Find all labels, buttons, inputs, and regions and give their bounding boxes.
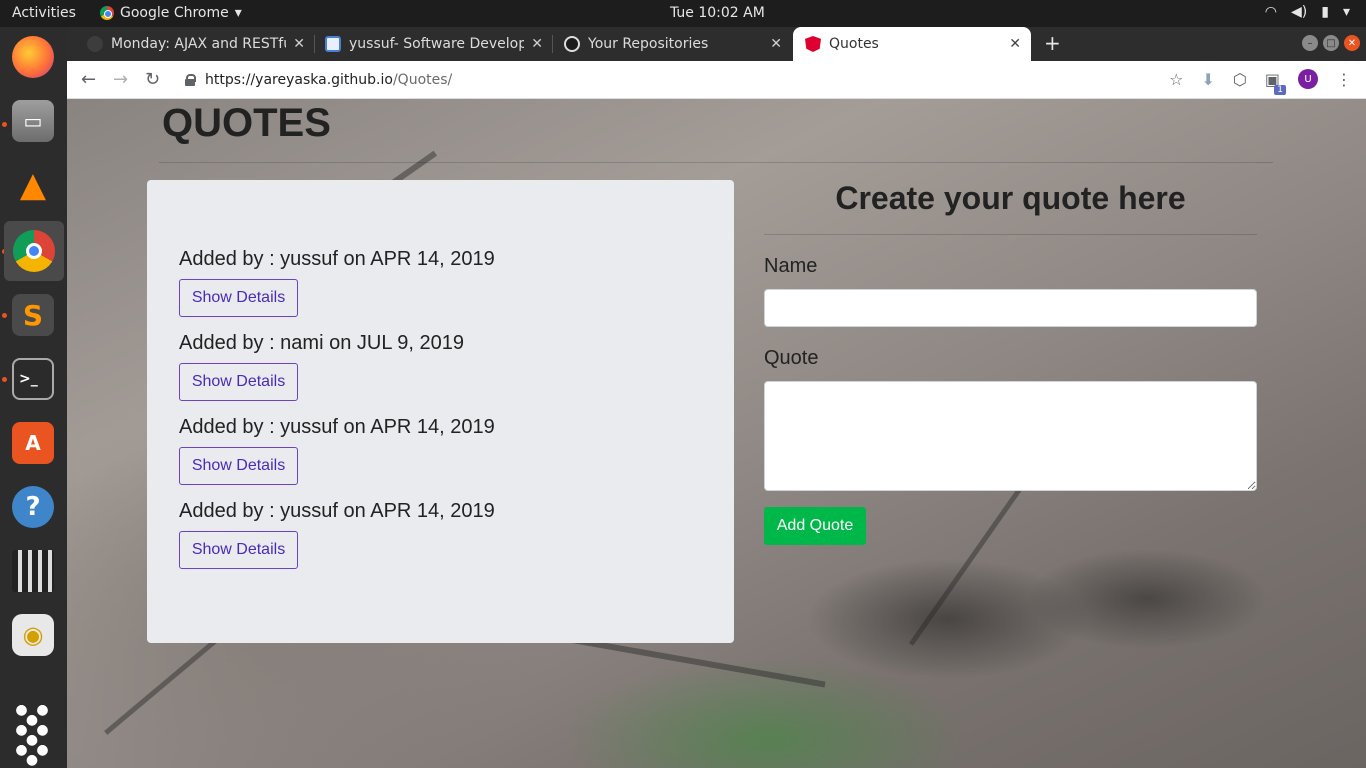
dock-software[interactable]: A <box>9 419 57 467</box>
quote-meta: Added by : yussuf on APR 14, 2019 <box>179 500 495 522</box>
name-label: Name <box>764 255 818 277</box>
dock-firefox[interactable] <box>9 33 57 81</box>
show-details-button[interactable]: Show Details <box>179 363 298 401</box>
angular-icon <box>805 36 821 52</box>
show-details-button[interactable]: Show Details <box>179 531 298 569</box>
bookmark-star-icon[interactable]: ☆ <box>1169 70 1183 89</box>
dock-video-editor[interactable] <box>9 547 57 595</box>
close-window-button[interactable]: ✕ <box>1344 35 1360 51</box>
app-menu[interactable]: Google Chrome ▾ <box>100 5 242 21</box>
tab-title: Monday: AJAX and RESTfu <box>111 36 286 52</box>
tab-title: Quotes <box>829 36 879 52</box>
battery-icon[interactable]: ▮ <box>1321 4 1329 20</box>
extension-badge-icon[interactable]: ▣ 1 <box>1265 70 1286 95</box>
page-title: QUOTES <box>162 101 331 145</box>
forward-button[interactable]: → <box>113 69 128 90</box>
chrome-icon <box>100 6 114 20</box>
tab-ajax[interactable]: Monday: AJAX and RESTfu ✕ <box>87 27 315 61</box>
sublime-text-icon: S <box>12 294 54 336</box>
new-tab-button[interactable]: + <box>1044 31 1061 55</box>
dock-sublime[interactable]: S <box>9 291 57 339</box>
activities-button[interactable]: Activities <box>12 5 76 21</box>
help-icon: ? <box>12 486 54 528</box>
browser-toolbar: ← → ↻ https://yareyaska.github.io/Quotes… <box>67 61 1366 99</box>
title-divider <box>159 162 1273 163</box>
page-viewport: QUOTES Added by : yussuf on APR 14, 2019… <box>67 99 1366 768</box>
clock[interactable]: Tue 10:02 AM <box>670 5 765 21</box>
tab-yussuf[interactable]: yussuf- Software Develop ✕ <box>325 27 553 61</box>
quote-item: Added by : nami on JUL 9, 2019 Show Deta… <box>179 332 464 401</box>
github-icon <box>564 36 580 52</box>
system-tray[interactable]: ◠ ◀) ▮ ▾ <box>1265 4 1350 20</box>
download-extension-icon[interactable]: ⬇ <box>1202 70 1215 89</box>
toolbar-actions: ☆ ⬇ ⬡ ▣ 1 U ⋮ <box>1169 69 1352 95</box>
address-bar[interactable]: https://yareyaska.github.io/Quotes/ <box>185 67 1205 93</box>
tab-title: yussuf- Software Develop <box>349 36 524 52</box>
dock: ▭ ▲ S >_ A ? ◉ ● ● ● ● ● ● ● ● ● <box>0 27 67 768</box>
dock-files[interactable]: ▭ <box>9 97 57 145</box>
quote-textarea[interactable] <box>764 381 1257 491</box>
vlc-icon: ▲ <box>19 165 47 205</box>
quote-meta: Added by : yussuf on APR 14, 2019 <box>179 416 495 438</box>
files-icon: ▭ <box>12 100 54 142</box>
maximize-button[interactable]: □ <box>1323 35 1339 51</box>
terminal-icon: >_ <box>12 358 54 400</box>
app-grid-icon: ● ● ● ● ● ● ● ● ● <box>15 702 51 768</box>
form-heading: Create your quote here <box>835 180 1186 216</box>
reload-button[interactable]: ↻ <box>145 69 160 90</box>
add-quote-button[interactable]: Add Quote <box>764 507 866 545</box>
volume-icon[interactable]: ◀) <box>1291 4 1307 20</box>
system-top-bar: Activities Google Chrome ▾ Tue 10:02 AM … <box>0 0 1366 27</box>
app-menu-label: Google Chrome <box>120 5 229 21</box>
close-icon[interactable]: ✕ <box>531 36 543 52</box>
show-details-button[interactable]: Show Details <box>179 447 298 485</box>
software-center-icon: A <box>12 422 54 464</box>
clapperboard-icon <box>12 550 54 592</box>
dock-speaker[interactable]: ◉ <box>9 611 57 659</box>
dock-help[interactable]: ? <box>9 483 57 531</box>
profile-avatar[interactable]: U <box>1298 69 1318 89</box>
menu-kebab-icon[interactable]: ⋮ <box>1336 70 1352 89</box>
name-input[interactable] <box>764 289 1257 327</box>
tab-strip: Monday: AJAX and RESTfu ✕ yussuf- Softwa… <box>67 27 1366 61</box>
chevron-down-icon: ▾ <box>234 5 242 21</box>
quote-item: Added by : yussuf on APR 14, 2019 Show D… <box>179 500 495 569</box>
close-icon[interactable]: ✕ <box>1009 36 1021 52</box>
quote-meta: Added by : nami on JUL 9, 2019 <box>179 332 464 354</box>
url-path: /Quotes/ <box>392 72 453 88</box>
quote-meta: Added by : yussuf on APR 14, 2019 <box>179 248 495 270</box>
tab-repositories[interactable]: Your Repositories ✕ <box>564 27 792 61</box>
back-button[interactable]: ← <box>81 69 96 90</box>
wifi-icon[interactable]: ◠ <box>1265 4 1277 20</box>
minimize-button[interactable]: – <box>1302 35 1318 51</box>
dock-chrome[interactable] <box>4 221 64 281</box>
show-details-button[interactable]: Show Details <box>179 279 298 317</box>
tab-quotes[interactable]: Quotes ✕ <box>793 27 1031 61</box>
close-icon[interactable]: ✕ <box>770 36 782 52</box>
url-host: https://yareyaska.github.io <box>205 72 393 88</box>
quote-item: Added by : yussuf on APR 14, 2019 Show D… <box>179 416 495 485</box>
dock-show-apps[interactable]: ● ● ● ● ● ● ● ● ● <box>9 702 57 768</box>
tab-favicon-icon <box>325 36 341 52</box>
cube-extension-icon[interactable]: ⬡ <box>1233 70 1247 89</box>
firefox-icon <box>12 36 54 78</box>
quote-label: Quote <box>764 347 819 369</box>
close-icon[interactable]: ✕ <box>293 36 305 52</box>
lock-icon[interactable] <box>185 74 196 86</box>
tab-favicon-icon <box>87 36 103 52</box>
chrome-icon <box>13 230 55 272</box>
speaker-icon: ◉ <box>12 614 54 656</box>
tab-title: Your Repositories <box>588 36 709 52</box>
quotes-list-card: Added by : yussuf on APR 14, 2019 Show D… <box>147 180 734 643</box>
window-controls: – □ ✕ <box>1302 35 1360 51</box>
extension-badge-count: 1 <box>1274 84 1286 95</box>
dock-terminal[interactable]: >_ <box>9 355 57 403</box>
chevron-down-icon[interactable]: ▾ <box>1343 4 1350 20</box>
dock-vlc[interactable]: ▲ <box>9 161 57 209</box>
form-divider <box>764 234 1257 235</box>
quote-item: Added by : yussuf on APR 14, 2019 Show D… <box>179 248 495 317</box>
